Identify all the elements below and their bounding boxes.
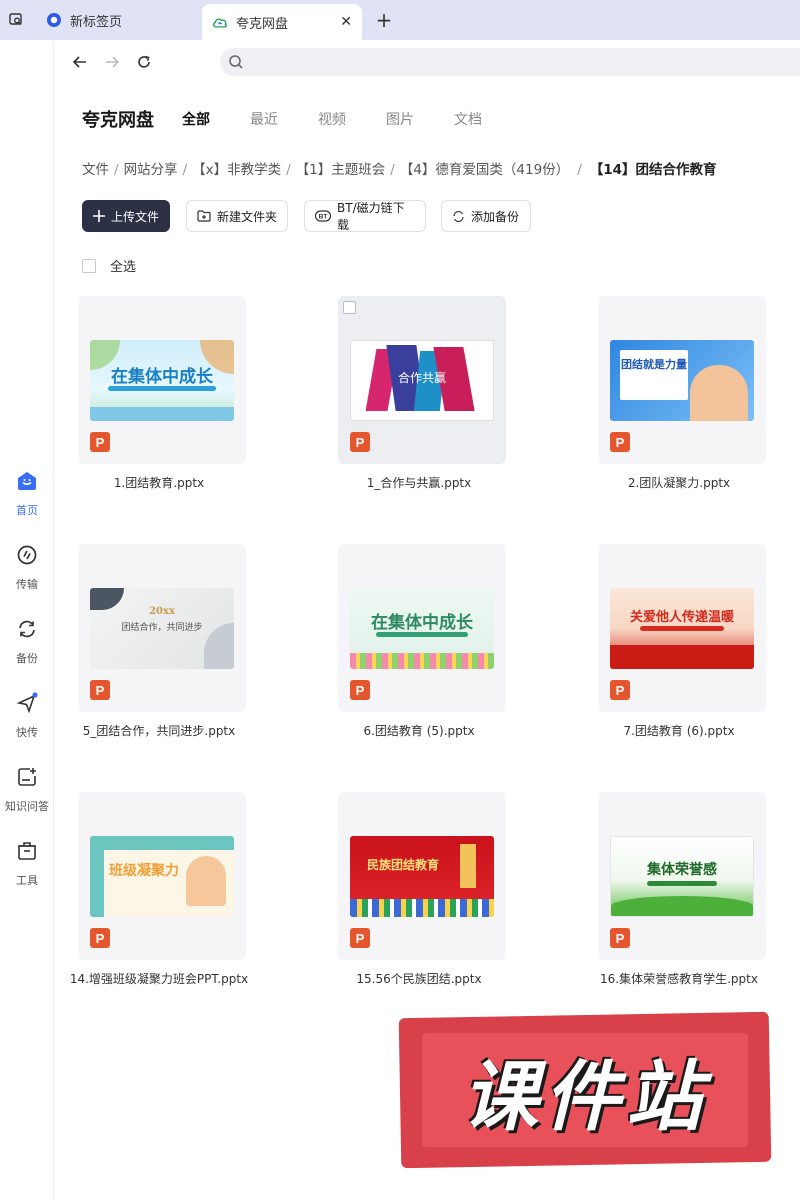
breadcrumb-item[interactable]: 【1】主题班会	[296, 162, 386, 178]
breadcrumb-current: 【14】团结合作教育	[589, 162, 717, 178]
file-name[interactable]: 14.增强班级凝聚力班会PPT.pptx	[64, 969, 254, 989]
file-thumbnail: 团结就是力量	[610, 340, 754, 421]
ppt-file-icon: P	[350, 928, 370, 948]
ppt-file-icon: P	[610, 680, 630, 700]
plus-icon	[93, 210, 105, 222]
tab-recent[interactable]: 最近	[250, 109, 278, 129]
ppt-file-icon: P	[610, 432, 630, 452]
reload-icon[interactable]	[132, 50, 156, 74]
sidebar-item-tools[interactable]: 工具	[0, 840, 54, 896]
magnet-icon: BT	[315, 210, 331, 222]
breadcrumb-item[interactable]: 【x】非教学类	[192, 162, 281, 178]
knowledge-qa-icon	[16, 766, 38, 792]
file-card[interactable]: 合作共赢 P	[338, 296, 506, 464]
ppt-file-icon: P	[350, 680, 370, 700]
file-name[interactable]: 1.团结教育.pptx	[64, 473, 254, 493]
tab-search-icon[interactable]	[4, 8, 28, 32]
file-thumbnail: 合作共赢	[350, 340, 494, 421]
tab-all[interactable]: 全部	[182, 109, 210, 129]
sidebar-item-transfer[interactable]: 传输	[0, 544, 54, 600]
breadcrumb-item[interactable]: 【4】德育爱国类（419份）	[400, 162, 569, 178]
quark-logo-icon	[46, 12, 62, 28]
select-all[interactable]: 全选	[82, 256, 136, 275]
quick-send-icon	[16, 692, 38, 718]
file-checkbox[interactable]	[343, 301, 356, 314]
file-card[interactable]: 在集体中成长 P	[338, 544, 506, 712]
file-thumbnail: 集体荣誉感	[610, 836, 754, 917]
file-card[interactable]: 在集体中成长 P	[78, 296, 246, 464]
file-thumbnail: 关爱他人传递温暖	[610, 588, 754, 669]
file-name[interactable]: 16.集体荣誉感教育学生.pptx	[584, 969, 774, 989]
new-folder-button[interactable]: 新建文件夹	[186, 200, 288, 232]
file-card[interactable]: 集体荣誉感 P	[598, 792, 766, 960]
breadcrumb-item[interactable]: 网站分享	[124, 162, 178, 178]
ppt-file-icon: P	[90, 432, 110, 452]
home-icon	[16, 470, 38, 496]
tab-label: 夸克网盘	[236, 16, 289, 32]
tab-video[interactable]: 视频	[318, 109, 346, 129]
browser-nav-bar	[54, 40, 800, 84]
upload-button[interactable]: 上传文件	[82, 200, 170, 232]
sidebar-item-knowledge-qa[interactable]: 知识问答	[0, 766, 54, 822]
file-name[interactable]: 5_团结合作，共同进步.pptx	[64, 721, 254, 741]
file-name[interactable]: 7.团结教育 (6).pptx	[584, 721, 774, 741]
file-thumbnail: 民族团结教育	[350, 836, 494, 917]
svg-text:BT: BT	[319, 214, 328, 221]
ppt-file-icon: P	[90, 680, 110, 700]
file-thumbnail: 在集体中成长	[90, 340, 234, 421]
tab-quark-drive[interactable]: 夸克网盘 ✕	[202, 4, 362, 40]
file-name[interactable]: 6.团结教育 (5).pptx	[324, 721, 514, 741]
tab-document[interactable]: 文档	[454, 109, 482, 129]
file-thumbnail: 20xx 团结合作，共同进步	[90, 588, 234, 669]
backup-icon	[16, 618, 38, 644]
breadcrumb-item[interactable]: 文件	[82, 162, 109, 178]
ppt-file-icon: P	[610, 928, 630, 948]
transfer-icon	[16, 544, 38, 570]
forward-arrow-icon[interactable]	[100, 50, 124, 74]
tab-label: 新标签页	[70, 14, 123, 30]
back-arrow-icon[interactable]	[68, 50, 92, 74]
bt-download-button[interactable]: BT BT/磁力链下载	[304, 200, 426, 232]
page-title: 夸克网盘	[82, 110, 154, 131]
new-tab-button[interactable]: +	[372, 8, 396, 32]
file-card[interactable]: 20xx 团结合作，共同进步 P	[78, 544, 246, 712]
ppt-file-icon: P	[350, 432, 370, 452]
file-name[interactable]: 1_合作与共赢.pptx	[324, 473, 514, 493]
search-icon	[228, 54, 244, 74]
sidebar-item-home[interactable]: 首页	[0, 470, 54, 526]
file-card[interactable]: 班级凝聚力 P	[78, 792, 246, 960]
file-card[interactable]: 民族团结教育 P	[338, 792, 506, 960]
file-thumbnail: 班级凝聚力	[90, 836, 234, 917]
tab-image[interactable]: 图片	[386, 109, 414, 129]
cloud-icon	[212, 14, 228, 30]
folder-plus-icon	[197, 210, 211, 222]
file-card[interactable]: 团结就是力量 P	[598, 296, 766, 464]
breadcrumb: 文件 / 网站分享 / 【x】非教学类 / 【1】主题班会 / 【4】德育爱国类（419份） / 【…	[82, 162, 717, 178]
sidebar-item-quick-send[interactable]: 快传	[0, 692, 54, 748]
add-backup-button[interactable]: 添加备份	[441, 200, 531, 232]
ppt-file-icon: P	[90, 928, 110, 948]
browser-tab-bar: 新标签页 夸克网盘 ✕ +	[0, 0, 800, 40]
file-name[interactable]: 15.56个民族团结.pptx	[324, 969, 514, 989]
sidebar-item-backup[interactable]: 备份	[0, 618, 54, 674]
close-icon[interactable]: ✕	[340, 14, 352, 30]
tab-new-tab[interactable]: 新标签页	[36, 2, 201, 38]
watermark-stamp: 课件站	[398, 1011, 772, 1169]
file-name[interactable]: 2.团队凝聚力.pptx	[584, 473, 774, 493]
address-bar[interactable]	[220, 48, 800, 76]
file-card[interactable]: 关爱他人传递温暖 P	[598, 544, 766, 712]
backup-icon	[452, 210, 465, 223]
tools-icon	[16, 840, 38, 866]
select-all-checkbox[interactable]	[82, 258, 96, 273]
sidebar: 首页 传输 备份 快传 知识问答 工具	[0, 40, 54, 1200]
file-thumbnail: 在集体中成长	[350, 588, 494, 669]
